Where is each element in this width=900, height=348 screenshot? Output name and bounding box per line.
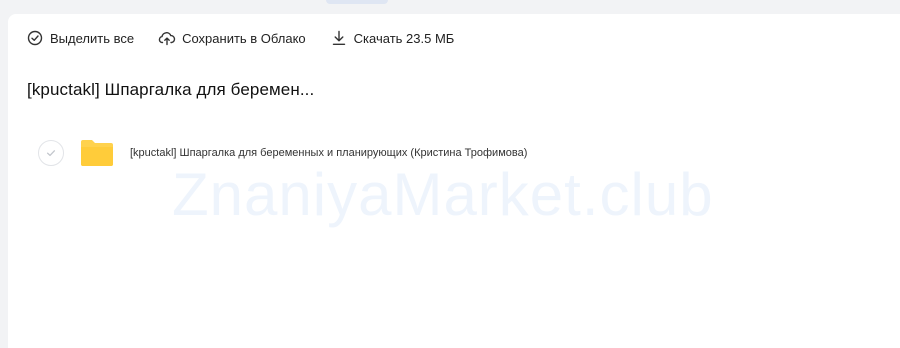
file-panel: Выделить все Сохранить в Облако Скачать … bbox=[8, 14, 900, 348]
check-icon bbox=[46, 150, 56, 157]
save-to-cloud-button[interactable]: Сохранить в Облако bbox=[158, 29, 306, 47]
select-checkbox[interactable] bbox=[38, 140, 64, 166]
page-title: [kpuctakl] Шпаргалка для беремен... bbox=[27, 80, 315, 99]
save-to-cloud-label: Сохранить в Облако bbox=[182, 30, 306, 46]
list-item[interactable]: [kpuctakl] Шпаргалка для беременных и пл… bbox=[38, 138, 527, 168]
select-all-label: Выделить все bbox=[50, 30, 135, 46]
download-label: Скачать 23.5 МБ bbox=[353, 30, 455, 46]
cloud-upload-icon bbox=[158, 29, 176, 47]
download-icon bbox=[330, 29, 348, 47]
download-button[interactable]: Скачать 23.5 МБ bbox=[330, 29, 455, 47]
toolbar: Выделить все Сохранить в Облако Скачать … bbox=[26, 28, 478, 48]
select-all-button[interactable]: Выделить все bbox=[26, 29, 134, 47]
check-circle-icon bbox=[26, 29, 44, 47]
watermark: ZnaniyaMarket.club bbox=[172, 161, 714, 228]
active-tab-indicator bbox=[326, 0, 388, 4]
top-strip bbox=[0, 0, 900, 14]
file-name[interactable]: [kpuctakl] Шпаргалка для беременных и пл… bbox=[130, 147, 527, 159]
folder-icon bbox=[80, 139, 114, 167]
